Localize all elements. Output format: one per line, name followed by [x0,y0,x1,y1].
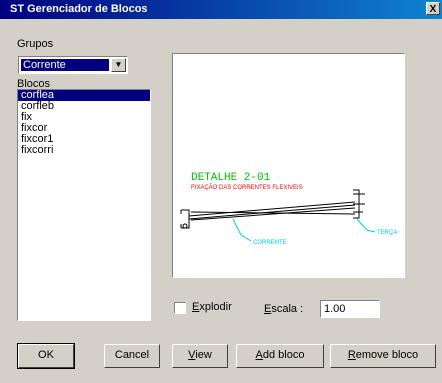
view-button[interactable]: View [172,344,228,368]
list-item[interactable]: corfleb [18,101,150,112]
preview-drawing: DETALHE 2-01 FIXAÇÃO DAS CORRENTES FLEXI… [180,172,397,246]
corrente-leader [232,218,252,242]
blocos-list[interactable]: corflea corfleb fix fixcor fixcor1 fixco… [17,89,151,321]
ok-button[interactable]: OK [17,343,75,369]
escala-label: Escala : [264,303,304,315]
left-bolt [182,223,188,229]
remove-bloco-button[interactable]: Remove bloco [330,344,436,368]
list-item[interactable]: fixcorri [18,145,150,156]
window-title: ST Gerenciador de Blocos [10,3,148,15]
chevron-down-icon[interactable]: ▼ [111,58,126,72]
escala-label-rest: scala : [271,303,304,315]
left-bracket [180,209,190,229]
explodir-checkbox[interactable] [174,302,186,314]
escala-input[interactable]: 1.00 [320,300,380,318]
grupos-label: Grupos [17,38,54,50]
cancel-button[interactable]: Cancel [104,344,160,368]
explodir-label-rest: xplodir [199,301,232,313]
terca-leader [356,218,376,233]
label-corrente: CORRENTE [253,240,287,246]
grupos-selected-value: Corrente [21,59,109,71]
add-bloco-button[interactable]: Add bloco [236,344,324,368]
title-bar: ST Gerenciador de Blocos X [0,0,442,19]
close-button[interactable]: X [426,2,440,15]
explodir-label[interactable]: Explodir [192,301,232,313]
detail-subtitle: FIXAÇÃO DAS CORRENTES FLEXIVEIS [191,184,303,191]
label-terca: TERÇA [377,230,397,236]
detail-title: DETALHE 2-01 [191,172,271,184]
grupos-dropdown[interactable]: Corrente ▼ [18,56,128,74]
block-preview: DETALHE 2-01 FIXAÇÃO DAS CORRENTES FLEXI… [172,53,405,278]
